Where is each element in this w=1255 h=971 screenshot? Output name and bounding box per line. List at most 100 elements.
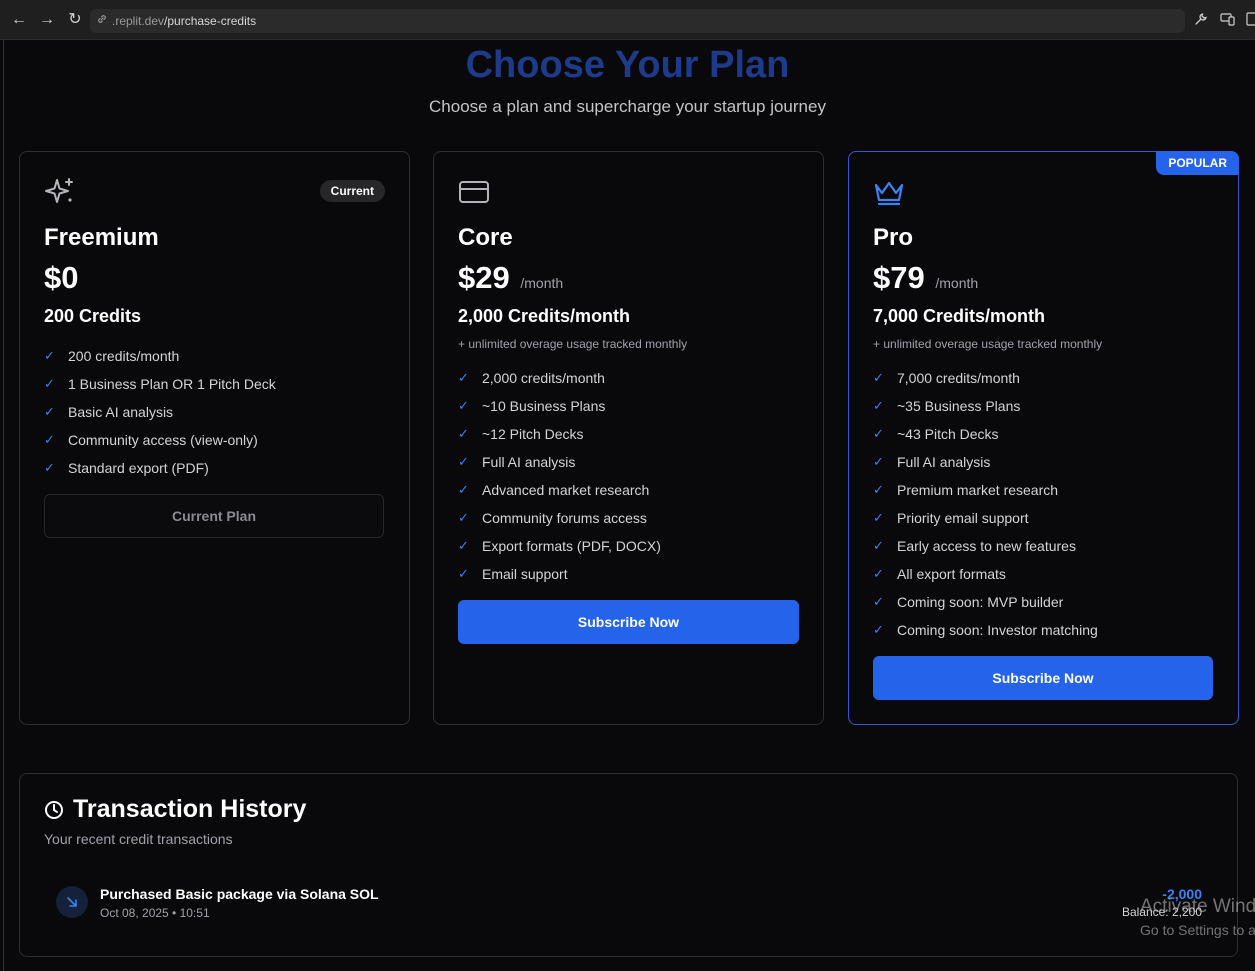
current-plan-button[interactable]: Current Plan: [44, 494, 384, 538]
plan-credits: 200 Credits: [44, 306, 142, 326]
transaction-history-title: Transaction History: [73, 795, 307, 823]
device-toolbar-icon[interactable]: [1219, 12, 1235, 28]
plan-name: Pro: [873, 224, 914, 251]
check-icon: ✓: [873, 566, 884, 581]
address-bar[interactable]: .replit.dev/purchase-credits: [90, 9, 1185, 33]
feature-item: ✓ Coming soon: MVP builder: [873, 588, 1098, 616]
feature-list: ✓ 200 credits/month ✓ 1 Business Plan OR 1…: [44, 342, 276, 482]
feature-item: ✓ ~43 Pitch Decks: [873, 420, 1098, 448]
clock-icon: [44, 800, 64, 820]
feature-label: Email support: [482, 566, 568, 582]
feature-label: Basic AI analysis: [68, 404, 174, 420]
check-icon: ✓: [458, 538, 469, 553]
check-icon: ✓: [458, 426, 469, 441]
plan-card-freemium: Current Freemium $0 200 Credits ✓ 200 cre…: [19, 151, 410, 725]
check-icon: ✓: [44, 348, 55, 363]
feature-label: 2,000 credits/month: [482, 370, 605, 386]
feature-item: ✓ ~12 Pitch Decks: [458, 420, 661, 448]
subscribe-core-button[interactable]: Subscribe Now: [458, 600, 799, 644]
reload-icon[interactable]: ↻: [65, 10, 85, 30]
devtools-wrench-icon[interactable]: [1193, 12, 1209, 28]
subscribe-pro-button[interactable]: Subscribe Now: [873, 656, 1213, 700]
url-path: /purchase-credits: [164, 14, 257, 28]
feature-label: Full AI analysis: [482, 454, 576, 470]
credit-card-icon: [458, 176, 490, 208]
feature-item: ✓ ~10 Business Plans: [458, 392, 661, 420]
feature-label: ~10 Business Plans: [482, 398, 606, 414]
watermark-line-2: Go to Settings to activate Windows.: [1140, 922, 1255, 938]
plan-credits: 7,000 Credits/month: [873, 306, 1046, 326]
sparkles-icon: [44, 176, 76, 208]
check-icon: ✓: [873, 594, 884, 609]
plan-price: $0: [44, 260, 78, 296]
feature-label: Coming soon: Investor matching: [897, 622, 1098, 638]
feature-item: ✓ Community forums access: [458, 504, 661, 532]
check-icon: ✓: [873, 622, 884, 637]
feature-item: ✓ Early access to new features: [873, 532, 1098, 560]
feature-label: ~35 Business Plans: [897, 398, 1021, 414]
feature-label: ~43 Pitch Decks: [897, 426, 999, 442]
transaction-row: Purchased Basic package via Solana SOL O…: [44, 878, 1214, 928]
feature-item: ✓ 2,000 credits/month: [458, 364, 661, 392]
feature-list: ✓ 2,000 credits/month ✓ ~10 Business Plans…: [458, 364, 661, 588]
plan-overage-note: + unlimited overage usage tracked monthl…: [873, 337, 1103, 351]
check-icon: ✓: [873, 370, 884, 385]
feature-item: ✓ Basic AI analysis: [44, 398, 276, 426]
check-icon: ✓: [458, 566, 469, 581]
feature-label: All export formats: [897, 566, 1006, 582]
feature-item: ✓ Full AI analysis: [873, 448, 1098, 476]
check-icon: ✓: [873, 538, 884, 553]
back-icon[interactable]: ←: [9, 10, 29, 30]
popular-badge: POPULAR: [1156, 151, 1239, 175]
check-icon: ✓: [458, 510, 469, 525]
plan-card-core: Core $29 /month 2,000 Credits/month + un…: [433, 151, 824, 725]
feature-label: ~12 Pitch Decks: [482, 426, 584, 442]
transaction-history-panel: Transaction History Your recent credit t…: [19, 773, 1238, 957]
plan-credits: 2,000 Credits/month: [458, 306, 631, 326]
check-icon: ✓: [458, 482, 469, 497]
check-icon: ✓: [44, 460, 55, 475]
feature-item: ✓ 7,000 credits/month: [873, 364, 1098, 392]
feature-label: Community access (view-only): [68, 432, 258, 448]
activate-windows-watermark: Activate Windows Go to Settings to activ…: [1140, 895, 1255, 941]
check-icon: ✓: [873, 482, 884, 497]
page-subtitle: Choose a plan and supercharge your start…: [429, 97, 826, 116]
site-info-icon[interactable]: [96, 13, 110, 27]
feature-item: ✓ Premium market research: [873, 476, 1098, 504]
feature-item: ✓ Advanced market research: [458, 476, 661, 504]
plan-price: $29 /month: [458, 260, 563, 296]
feature-label: Community forums access: [482, 510, 647, 526]
check-icon: ✓: [873, 510, 884, 525]
feature-label: Coming soon: MVP builder: [897, 594, 1064, 610]
feature-item: ✓ All export formats: [873, 560, 1098, 588]
feature-item: ✓ Export formats (PDF, DOCX): [458, 532, 661, 560]
feature-item: ✓ Priority email support: [873, 504, 1098, 532]
plan-price-amount: $79: [873, 260, 925, 295]
transaction-date: Oct 08, 2025 • 10:51: [100, 906, 210, 920]
feature-item: ✓ Email support: [458, 560, 661, 588]
feature-item: ✓ 1 Business Plan OR 1 Pitch Deck: [44, 370, 276, 398]
side-panel-icon[interactable]: [1244, 12, 1255, 28]
feature-item: ✓ 200 credits/month: [44, 342, 276, 370]
feature-item: ✓ ~35 Business Plans: [873, 392, 1098, 420]
url-text: .replit.dev/purchase-credits: [112, 14, 256, 28]
plan-period: /month: [935, 275, 979, 291]
feature-item: ✓ Community access (view-only): [44, 426, 276, 454]
feature-label: 1 Business Plan OR 1 Pitch Deck: [68, 376, 276, 392]
check-icon: ✓: [873, 426, 884, 441]
feature-label: 7,000 credits/month: [897, 370, 1020, 386]
feature-item: ✓ Full AI analysis: [458, 448, 661, 476]
forward-icon[interactable]: →: [37, 10, 57, 30]
arrow-down-right-icon: [56, 886, 88, 918]
plan-price-amount: $29: [458, 260, 510, 295]
feature-label: Priority email support: [897, 510, 1029, 526]
feature-label: Full AI analysis: [897, 454, 991, 470]
page-title: Choose Your Plan: [465, 44, 790, 86]
feature-label: Standard export (PDF): [68, 460, 209, 476]
check-icon: ✓: [458, 398, 469, 413]
browser-toolbar: ← → ↻ .replit.dev/purchase-credits: [0, 0, 1255, 40]
feature-item: ✓ Coming soon: Investor matching: [873, 616, 1098, 644]
plan-overage-note: + unlimited overage usage tracked monthl…: [458, 337, 688, 351]
feature-list: ✓ 7,000 credits/month ✓ ~35 Business Plans…: [873, 364, 1098, 644]
plan-name: Freemium: [44, 224, 159, 251]
